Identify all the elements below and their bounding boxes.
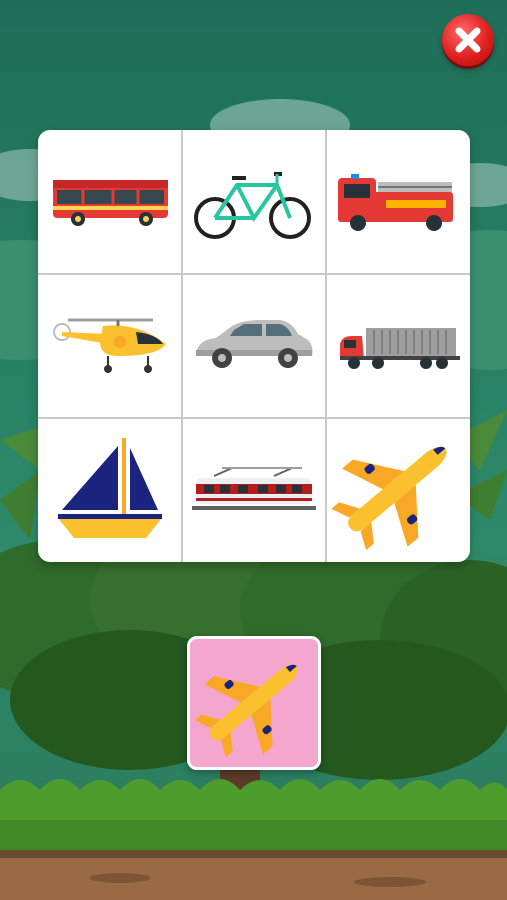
grid-cell-bus[interactable] xyxy=(38,130,181,273)
grid-divider xyxy=(181,130,183,562)
cargo-truck-icon xyxy=(340,328,460,369)
picture-grid xyxy=(38,130,470,562)
grid-divider xyxy=(325,130,327,562)
grid-divider xyxy=(38,273,470,275)
close-button[interactable] xyxy=(442,14,494,66)
target-tile-airplane[interactable] xyxy=(187,636,321,770)
grid-divider xyxy=(38,417,470,419)
sailboat-icon xyxy=(58,438,162,538)
grid-cell-fire-truck[interactable] xyxy=(326,130,469,273)
grid-cell-cargo-truck[interactable] xyxy=(326,274,469,417)
bicycle-icon xyxy=(194,172,311,239)
grid-cell-bicycle[interactable] xyxy=(182,130,325,273)
grid-cell-car[interactable] xyxy=(182,274,325,417)
airplane-icon xyxy=(194,664,298,758)
car-icon xyxy=(196,320,313,368)
grid-cell-sailboat[interactable] xyxy=(38,418,181,561)
grid-cell-airplane[interactable] xyxy=(326,418,469,561)
fire-truck-icon xyxy=(338,174,453,231)
bus-icon xyxy=(53,180,168,226)
close-icon xyxy=(455,27,481,53)
train-icon xyxy=(192,467,316,510)
helicopter-icon xyxy=(53,318,166,373)
grid-cell-train[interactable] xyxy=(182,418,325,561)
airplane-icon xyxy=(331,446,447,551)
grid-cell-helicopter[interactable] xyxy=(38,274,181,417)
